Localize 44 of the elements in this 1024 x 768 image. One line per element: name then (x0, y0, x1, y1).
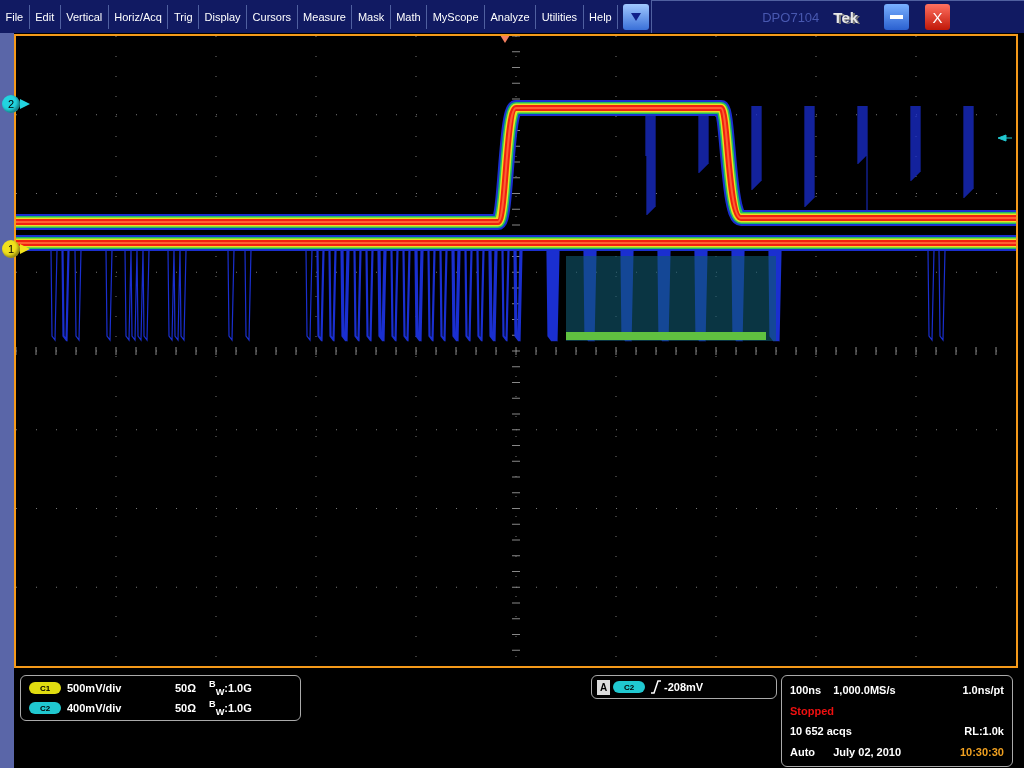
impedance-readout: 50Ω (175, 702, 198, 714)
scale-readout: 400mV/div (67, 702, 123, 714)
menu-item[interactable]: File (0, 4, 30, 29)
model-name: DPO7104 (762, 9, 820, 25)
scale-readout: 500mV/div (67, 682, 123, 694)
minimize-icon (890, 15, 904, 19)
close-button[interactable]: X (925, 4, 951, 30)
menu-item[interactable]: Analyze (485, 4, 537, 29)
date: July 02, 2010 (833, 745, 902, 758)
trigger-level: -208mV (664, 681, 704, 693)
acquisition-mode: Auto (790, 745, 817, 758)
dropdown-button[interactable] (623, 3, 650, 30)
menu-item[interactable]: Horiz/Acq (108, 4, 169, 29)
menu-item[interactable]: Trig (168, 4, 199, 29)
brand-logo: Tek (833, 8, 859, 26)
trigger-position-icon (500, 36, 510, 43)
menu-item[interactable]: Help (583, 4, 619, 29)
minimize-button[interactable] (884, 4, 910, 30)
menu-item[interactable]: Edit (29, 4, 61, 29)
channel-badge[interactable]: C2 (29, 702, 61, 714)
record-length: RL:1.0k (963, 725, 1004, 738)
channel-badge[interactable]: C1 (29, 682, 61, 694)
menu-item[interactable]: MyScope (427, 4, 485, 29)
arrow-icon (20, 244, 30, 254)
resolution: 1.0ns/pt (961, 684, 1004, 697)
rising-edge-icon (651, 680, 661, 694)
menu-item[interactable]: Measure (297, 4, 353, 29)
caret-icon (631, 12, 642, 21)
trigger-source: A (597, 679, 610, 695)
menu-item[interactable]: Mask (352, 4, 391, 29)
menu-item[interactable]: Vertical (60, 4, 109, 29)
menu-item[interactable]: Utilities (536, 4, 584, 29)
menu-item[interactable]: Cursors (247, 4, 298, 29)
acquisition-count: 10 652 acqs (790, 725, 853, 738)
menu-item[interactable]: Math (390, 4, 428, 29)
impedance-readout: 50Ω (175, 682, 198, 694)
trigger-level-icon (997, 134, 1013, 142)
time: 10:30:30 (958, 745, 1004, 758)
acquisition-state: Stopped (790, 704, 835, 717)
arrow-icon (20, 99, 30, 109)
timebase: 100ns (790, 684, 822, 697)
menu-item[interactable]: Display (199, 4, 248, 29)
sample-rate: 1,000.0MS/s (833, 684, 897, 697)
channel-badge[interactable]: C2 (613, 681, 645, 693)
